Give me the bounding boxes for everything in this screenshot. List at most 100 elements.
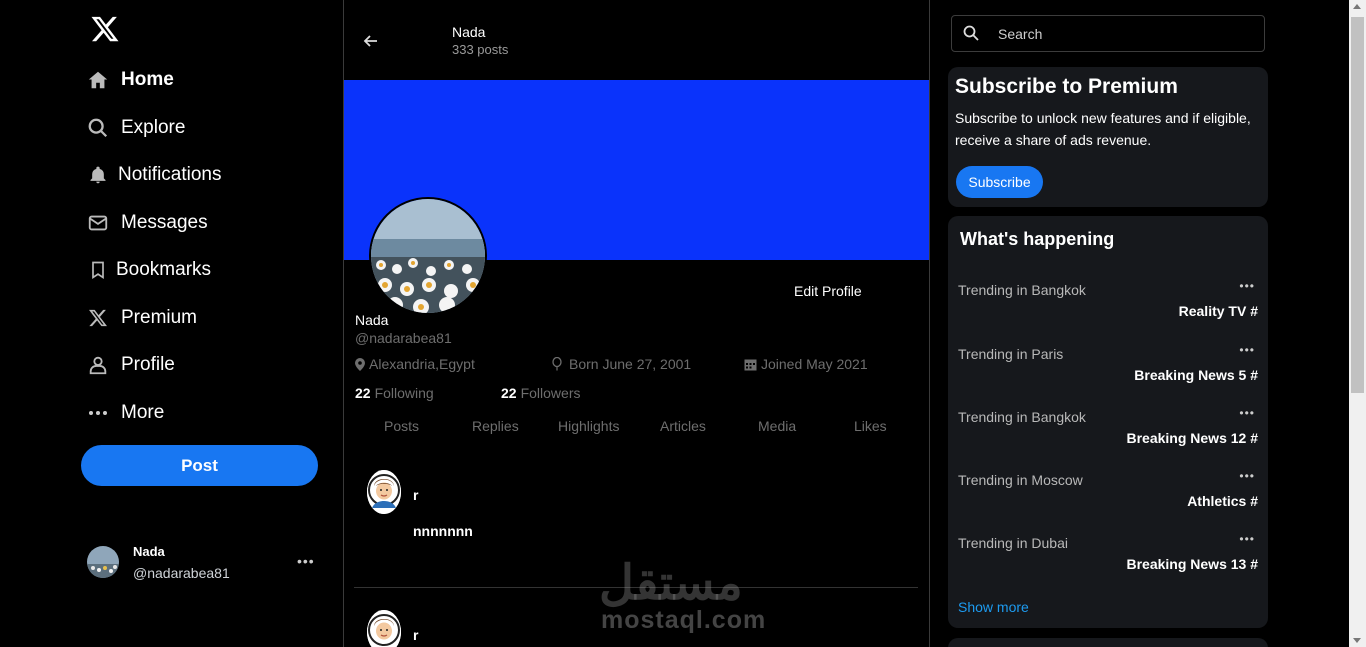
tweet-avatar[interactable] (367, 470, 401, 514)
followers-label: Followers (520, 385, 581, 401)
home-icon (86, 68, 110, 92)
following-label: Following (374, 385, 434, 401)
scrollbar[interactable] (1349, 0, 1366, 647)
nav-label: More (121, 402, 165, 423)
avatar (87, 546, 119, 578)
trend-topic: Breaking News 5 # (1134, 367, 1258, 383)
whats-happening-title: What's happening (960, 229, 1115, 249)
x-logo-icon[interactable] (90, 14, 120, 44)
show-more-link[interactable]: Show more (958, 599, 1029, 615)
nav-explore[interactable]: Explore (86, 110, 185, 146)
search-icon (86, 116, 110, 140)
trend-topic: Breaking News 13 # (1126, 556, 1258, 572)
join-date: Joined May 2021 (744, 356, 868, 372)
balloon-icon (552, 357, 562, 371)
account-switcher[interactable]: Nada @nadarabea81 ••• (87, 543, 327, 587)
search-input[interactable] (998, 23, 1248, 45)
left-sidebar: Home Explore Notifications Messages Book… (0, 0, 343, 647)
header-name: Nada (452, 24, 486, 40)
watermark-arabic: مستقل (599, 557, 743, 610)
tweet-username: r (413, 627, 419, 643)
nav-label: Premium (121, 307, 198, 328)
trend-location: Trending in Bangkok (958, 409, 1086, 425)
more-icon[interactable]: ••• (1239, 406, 1255, 420)
trend-item[interactable]: Trending in Moscow ••• Athletics # (948, 469, 1268, 532)
nav-label: Notifications (118, 164, 222, 185)
trend-item[interactable]: Trending in Bangkok ••• Breaking News 12… (948, 406, 1268, 469)
tab-replies[interactable]: Replies (472, 418, 519, 434)
nav-home[interactable]: Home (86, 62, 174, 98)
more-icon (86, 401, 110, 425)
tab-likes[interactable]: Likes (854, 418, 887, 434)
tab-articles[interactable]: Articles (660, 418, 706, 434)
tweet-username: r (413, 487, 419, 503)
edit-profile-button[interactable]: Edit Profile (794, 283, 862, 299)
trend-item[interactable]: Trending in Bangkok ••• Reality TV # (948, 279, 1268, 342)
subscribe-button[interactable]: Subscribe (956, 166, 1043, 198)
nav-label: Messages (121, 212, 208, 233)
location-pin-icon (355, 357, 365, 371)
tweet-text: nnnnnnn (413, 523, 473, 539)
trend-location: Trending in Moscow (958, 472, 1083, 488)
trend-location: Trending in Paris (958, 346, 1064, 362)
followers-link[interactable]: 22 Followers (501, 385, 580, 401)
following-link[interactable]: 22 Following (355, 385, 434, 401)
tab-posts[interactable]: Posts (384, 418, 419, 434)
profile-name: Nada (355, 312, 389, 328)
search-icon (963, 25, 979, 41)
search-box[interactable] (951, 15, 1265, 52)
nav-more[interactable]: More (86, 395, 164, 431)
nav-bookmarks[interactable]: Bookmarks (86, 252, 211, 288)
more-icon[interactable]: ••• (1239, 469, 1255, 483)
scrollbar-thumb[interactable] (1351, 17, 1364, 393)
account-name: Nada (133, 544, 165, 559)
premium-title: Subscribe to Premium (955, 75, 1178, 98)
envelope-icon (86, 211, 110, 235)
nav-messages[interactable]: Messages (86, 205, 208, 241)
following-count: 22 (355, 385, 371, 401)
trend-item[interactable]: Trending in Dubai ••• Breaking News 13 # (948, 532, 1268, 595)
x-icon (86, 306, 110, 330)
next-card (948, 638, 1268, 647)
nav-label: Explore (121, 117, 186, 138)
trend-location: Trending in Dubai (958, 535, 1068, 551)
trend-topic: Reality TV # (1178, 303, 1258, 319)
tweet-avatar[interactable] (367, 610, 401, 647)
trend-location: Trending in Bangkok (958, 282, 1086, 298)
more-icon[interactable]: ••• (1239, 343, 1255, 357)
tab-highlights[interactable]: Highlights (558, 418, 619, 434)
nav-premium[interactable]: Premium (86, 300, 197, 336)
account-handle: @nadarabea81 (133, 565, 230, 581)
birthday: Born June 27, 2001 (552, 356, 691, 372)
tab-media[interactable]: Media (758, 418, 796, 434)
whats-happening-card: What's happening Trending in Bangkok •••… (948, 216, 1268, 628)
profile-handle: @nadarabea81 (355, 330, 452, 346)
back-arrow-icon[interactable] (362, 32, 380, 50)
more-icon[interactable]: ••• (1239, 532, 1255, 546)
bell-icon (86, 163, 110, 187)
scroll-down-icon[interactable] (1353, 638, 1361, 643)
post-button[interactable]: Post (81, 445, 318, 486)
trend-topic: Athletics # (1187, 493, 1258, 509)
birthday-text: Born June 27, 2001 (569, 356, 692, 372)
nav-profile[interactable]: Profile (86, 347, 175, 383)
nav-label: Profile (121, 354, 175, 375)
nav-label: Bookmarks (116, 259, 212, 280)
location: Alexandria,Egypt (355, 356, 475, 372)
profile-avatar[interactable] (369, 197, 487, 315)
premium-text: Subscribe to unlock new features and if … (955, 110, 1251, 148)
nav-notifications[interactable]: Notifications (86, 157, 222, 193)
premium-card: Subscribe to Premium Subscribe to unlock… (948, 67, 1268, 207)
trend-item[interactable]: Trending in Paris ••• Breaking News 5 # (948, 343, 1268, 406)
more-icon[interactable]: ••• (297, 553, 315, 569)
calendar-icon (744, 358, 757, 371)
followers-count: 22 (501, 385, 517, 401)
header-post-count: 333 posts (452, 42, 509, 57)
more-icon[interactable]: ••• (1239, 279, 1255, 293)
watermark-latin: mostaql.com (601, 606, 767, 634)
scroll-up-icon[interactable] (1353, 4, 1361, 9)
profile-column: Nada 333 posts Edit Profile Nada @nadara… (343, 0, 930, 647)
person-icon (86, 353, 110, 377)
join-date-text: Joined May 2021 (761, 356, 868, 372)
trend-topic: Breaking News 12 # (1126, 430, 1258, 446)
